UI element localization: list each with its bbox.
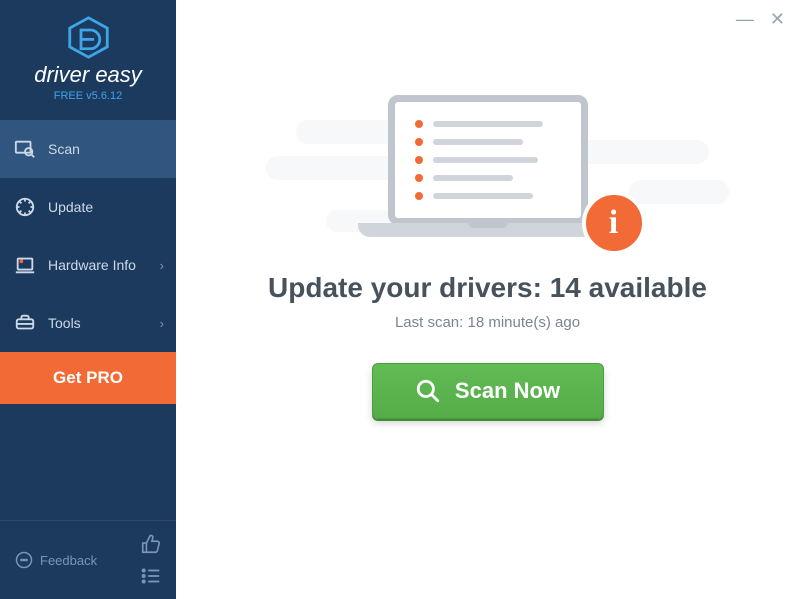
update-icon [14, 196, 36, 218]
app-logo-icon [66, 15, 111, 60]
main-content: — ✕ i Update your drivers: 14 available [176, 0, 799, 599]
nav-label: Tools [48, 315, 81, 331]
headline-suffix: available [581, 272, 707, 303]
list-icon[interactable] [140, 565, 162, 587]
headline-prefix: Update your drivers: [268, 272, 550, 303]
laptop-illustration: i [358, 95, 618, 237]
nav-label: Scan [48, 141, 80, 157]
info-badge-icon: i [582, 191, 646, 255]
nav-item-update[interactable]: Update [0, 178, 176, 236]
sidebar: driver easy FREE v5.6.12 Scan [0, 0, 176, 599]
nav-item-hardware-info[interactable]: Hardware Info › [0, 236, 176, 294]
nav: Scan Update [0, 120, 176, 352]
close-button[interactable]: ✕ [770, 10, 785, 28]
get-pro-label: Get PRO [53, 368, 123, 387]
nav-label: Hardware Info [48, 257, 136, 273]
scan-now-label: Scan Now [455, 378, 560, 404]
scan-now-button[interactable]: Scan Now [372, 363, 604, 419]
tools-icon [14, 312, 36, 334]
last-scan-text: Last scan: 18 minute(s) ago [395, 314, 580, 331]
sidebar-bottom-bar: Feedback [0, 520, 176, 599]
search-icon [415, 378, 441, 404]
nav-label: Update [48, 199, 93, 215]
feedback-label: Feedback [40, 553, 97, 568]
feedback-icon [14, 550, 34, 570]
scan-icon [14, 138, 36, 160]
thumbs-up-icon[interactable] [140, 533, 162, 555]
hardware-info-icon [14, 254, 36, 276]
app-version: FREE v5.6.12 [0, 90, 176, 102]
logo-section: driver easy FREE v5.6.12 [0, 0, 176, 112]
get-pro-button[interactable]: Get PRO [0, 352, 176, 404]
app-window: driver easy FREE v5.6.12 Scan [0, 0, 799, 599]
nav-item-scan[interactable]: Scan [0, 120, 176, 178]
app-name: driver easy [0, 62, 176, 88]
minimize-button[interactable]: — [736, 10, 754, 28]
nav-item-tools[interactable]: Tools › [0, 294, 176, 352]
chevron-right-icon: › [160, 258, 164, 273]
headline: Update your drivers: 14 available [268, 272, 707, 304]
sidebar-right-icons [140, 533, 162, 587]
feedback-button[interactable]: Feedback [14, 550, 97, 570]
title-bar-controls: — ✕ [736, 10, 785, 28]
available-count: 14 [550, 272, 581, 303]
chevron-right-icon: › [160, 316, 164, 331]
